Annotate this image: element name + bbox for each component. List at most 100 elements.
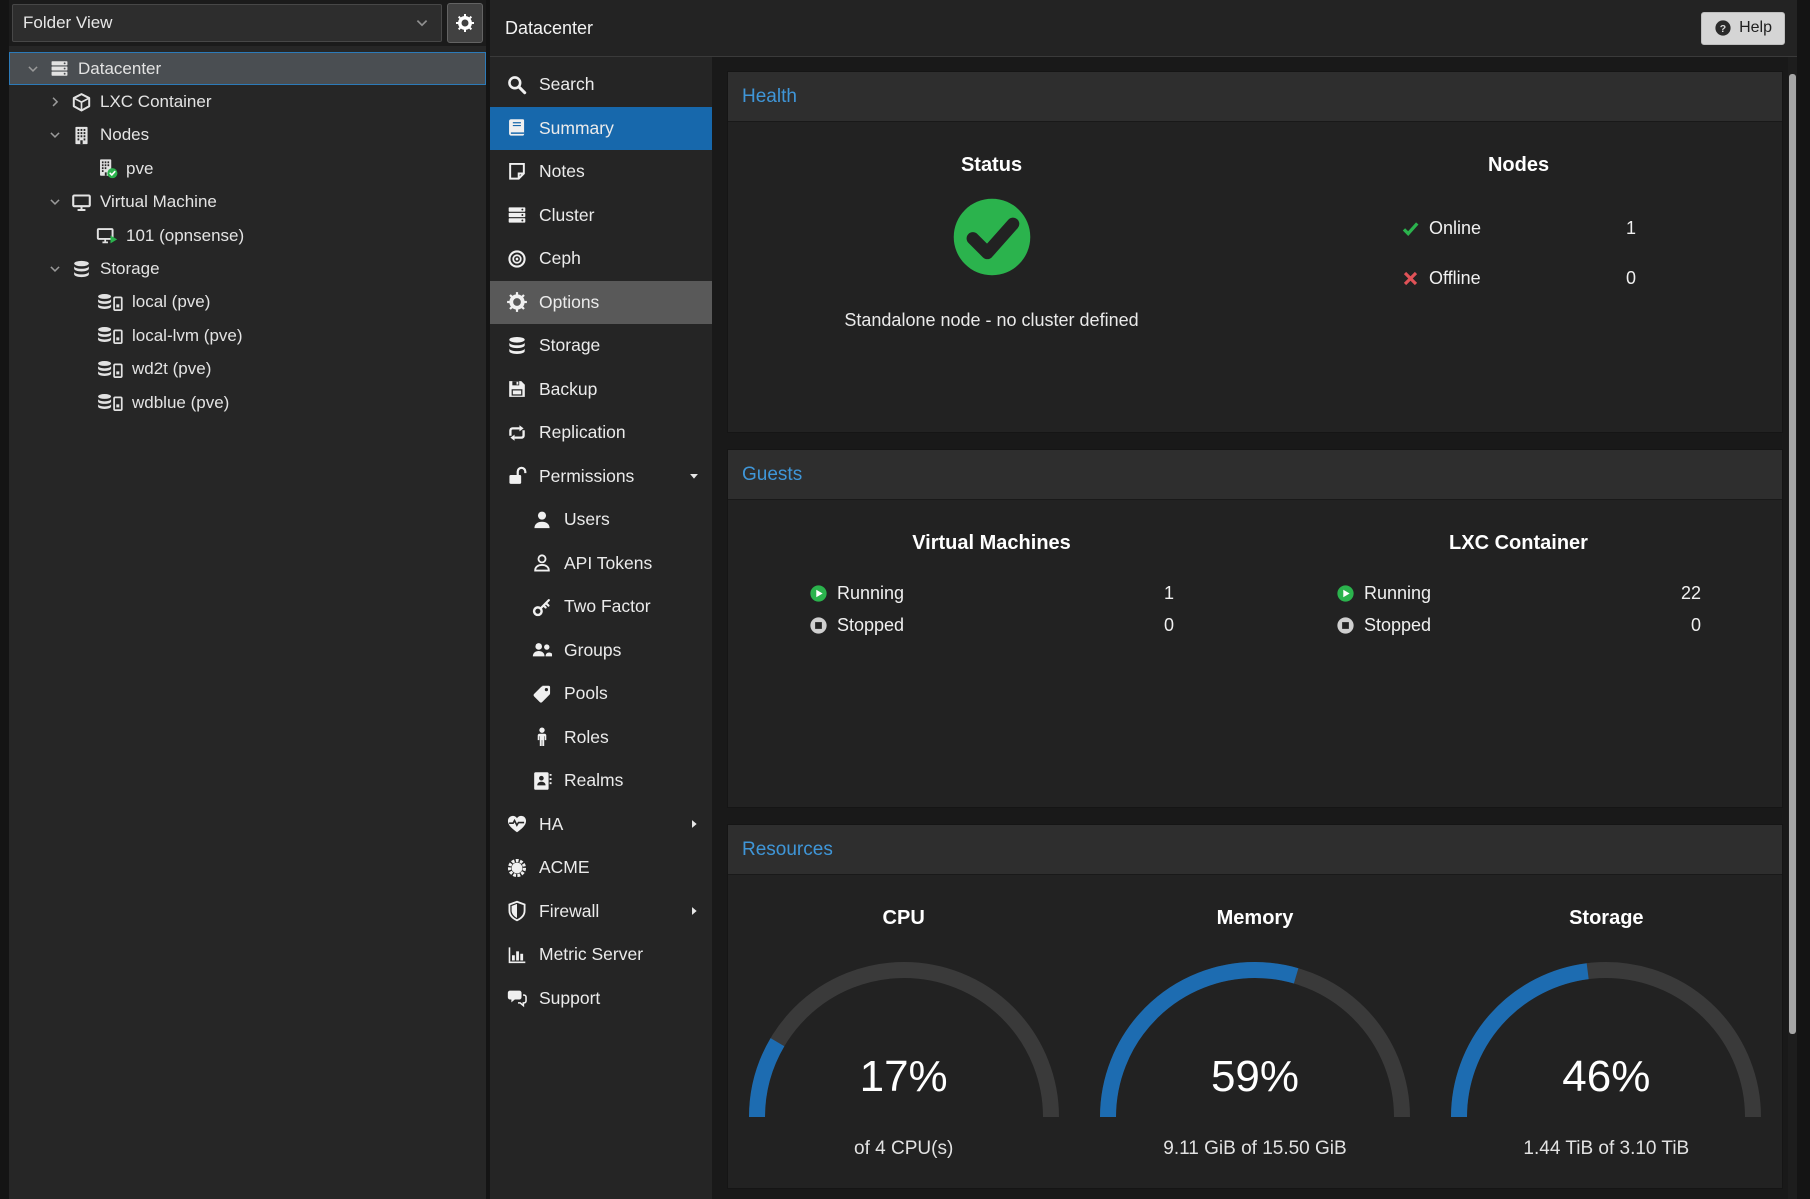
tree-item-label: pve (126, 159, 153, 179)
tree-items: Datacenter LXC Container Nodes pve Virtual M… (9, 46, 486, 419)
nav-item-ceph[interactable]: Ceph (490, 237, 712, 281)
tree-toolbar: Folder View (9, 0, 486, 46)
tree-item-label: wdblue (pve) (132, 393, 229, 413)
nav-item-acme[interactable]: ACME (490, 846, 712, 890)
tree-item-nodes[interactable]: Nodes (9, 119, 486, 152)
online-count: 1 (1626, 218, 1636, 239)
tree-item-label: local-lvm (pve) (132, 326, 243, 346)
chevron-down-icon[interactable] (47, 127, 63, 143)
caret-right-icon[interactable] (686, 903, 702, 919)
expander-spacer (73, 395, 89, 411)
nav-item-options[interactable]: Options (490, 281, 712, 325)
vm-running-label: Running (837, 583, 904, 604)
tree-settings-button[interactable] (447, 3, 483, 43)
tree-item-pve[interactable]: pve (9, 152, 486, 185)
nav-item-storage[interactable]: Storage (490, 324, 712, 368)
datacenter-nav: Search Summary NotesCluster Ceph OptionsStor… (490, 57, 712, 1199)
tree-item-wd2t-pve[interactable]: wd2t (pve) (9, 353, 486, 386)
storage-gauge: 46% (1446, 954, 1766, 1130)
view-mode-value: Folder View (23, 13, 112, 33)
status-text: Standalone node - no cluster defined (728, 310, 1255, 331)
tree-item-label: 101 (opnsense) (126, 226, 244, 246)
nav-item-label: Summary (539, 118, 614, 139)
chevron-down-icon[interactable] (25, 61, 41, 77)
nav-item-two-factor[interactable]: Two Factor (490, 585, 712, 629)
nav-item-ha[interactable]: HA (490, 803, 712, 847)
nav-item-users[interactable]: Users (490, 498, 712, 542)
tree-item-virtual-machine[interactable]: Virtual Machine (9, 186, 486, 219)
nav-item-support[interactable]: Support (490, 977, 712, 1021)
nav-item-groups[interactable]: Groups (490, 629, 712, 673)
offline-count: 0 (1626, 268, 1636, 289)
nav-item-firewall[interactable]: Firewall (490, 890, 712, 934)
tree-item-storage[interactable]: Storage (9, 252, 486, 285)
gauge-title: Memory (1079, 907, 1430, 930)
tree-item-lxc-container[interactable]: LXC Container (9, 85, 486, 118)
nav-item-backup[interactable]: Backup (490, 368, 712, 412)
user-icon (530, 509, 554, 531)
nav-item-notes[interactable]: Notes (490, 150, 712, 194)
address-book-icon (530, 770, 554, 792)
virtual-machines-column: Virtual Machines Running 1 Stopped 0 (728, 500, 1255, 807)
tree-item-label: local (pve) (132, 292, 210, 312)
caret-right-icon[interactable] (686, 816, 702, 832)
gauge-title: CPU (728, 907, 1079, 930)
guests-card-header: Guests (728, 450, 1782, 500)
nav-item-permissions[interactable]: Permissions (490, 455, 712, 499)
scrollbar-thumb[interactable] (1789, 74, 1796, 1034)
shield-icon (505, 900, 529, 922)
tree-item-wdblue-pve[interactable]: wdblue (pve) (9, 386, 486, 419)
nav-item-label: ACME (539, 857, 590, 878)
lxc-stopped-row: Stopped 0 (1336, 609, 1701, 641)
chevron-down-icon[interactable] (47, 194, 63, 210)
nav-item-summary[interactable]: Summary (490, 107, 712, 151)
chevron-down-icon[interactable] (47, 261, 63, 277)
gauge-percent: 17% (744, 1052, 1064, 1102)
nav-item-label: API Tokens (564, 553, 652, 574)
health-card: Health Status Standalone node - no clust… (727, 71, 1783, 433)
tree-item-101-opnsense[interactable]: 101 (opnsense) (9, 219, 486, 252)
help-button[interactable]: ? Help (1701, 12, 1785, 45)
nav-item-api-tokens[interactable]: API Tokens (490, 542, 712, 586)
chevron-right-icon[interactable] (47, 94, 63, 110)
nav-item-cluster[interactable]: Cluster (490, 194, 712, 238)
nav-item-label: Realms (564, 770, 623, 791)
database-icon (505, 335, 529, 357)
expander-spacer (73, 228, 89, 244)
nav-item-realms[interactable]: Realms (490, 759, 712, 803)
tree-item-label: Virtual Machine (100, 192, 217, 212)
nav-item-replication[interactable]: Replication (490, 411, 712, 455)
nav-item-label: Search (539, 74, 594, 95)
summary-main: Health Status Standalone node - no clust… (712, 57, 1788, 1199)
online-label: Online (1429, 218, 1481, 239)
gear-icon (455, 13, 475, 33)
view-mode-select[interactable]: Folder View (12, 4, 442, 42)
health-card-header: Health (728, 72, 1782, 122)
key-icon (530, 596, 554, 618)
nav-item-label: Metric Server (539, 944, 643, 965)
nav-item-metric-server[interactable]: Metric Server (490, 933, 712, 977)
cpu-gauge: 17% (744, 954, 1064, 1130)
vm-stopped-count: 0 (1164, 615, 1174, 636)
tree-item-datacenter[interactable]: Datacenter (9, 52, 486, 85)
svg-text:?: ? (1720, 23, 1726, 35)
vm-running-row: Running 1 (809, 577, 1174, 609)
content-header: Datacenter ? Help (490, 0, 1797, 57)
nav-item-label: Roles (564, 727, 609, 748)
nav-item-pools[interactable]: Pools (490, 672, 712, 716)
ceph-icon (505, 248, 529, 270)
lxc-header: LXC Container (1255, 532, 1782, 555)
book-icon (505, 117, 529, 139)
nav-item-search[interactable]: Search (490, 63, 712, 107)
tree-item-local-pve[interactable]: local (pve) (9, 286, 486, 319)
nav-item-label: Ceph (539, 248, 581, 269)
gauge-sublabel: of 4 CPU(s) (728, 1138, 1079, 1160)
gear-icon (505, 291, 529, 313)
tree-item-local-lvm-pve[interactable]: local-lvm (pve) (9, 319, 486, 352)
tree-item-label: LXC Container (100, 92, 212, 112)
user-o-icon (530, 552, 554, 574)
caret-down-icon[interactable] (686, 468, 702, 484)
expander-spacer (73, 361, 89, 377)
nav-item-roles[interactable]: Roles (490, 716, 712, 760)
nodes-header: Nodes (1255, 154, 1782, 177)
